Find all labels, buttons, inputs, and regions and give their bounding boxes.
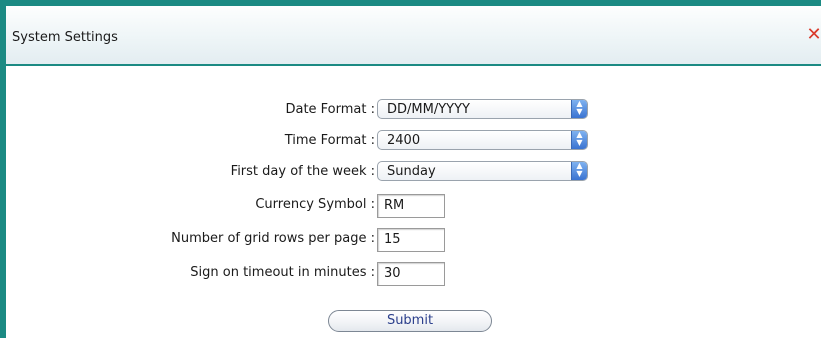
submit-button[interactable]: Submit [328,310,492,332]
timeout-row: Sign on timeout in minutes : 30 [6,262,821,286]
first-day-label: First day of the week : [230,164,375,179]
dialog-title: System Settings [12,30,118,45]
select-arrows-icon: ▲ ▼ [571,131,587,149]
grid-rows-label: Number of grid rows per page : [171,231,375,246]
close-icon[interactable]: ✕ [805,26,821,44]
currency-symbol-label: Currency Symbol : [255,197,375,212]
timeout-label: Sign on timeout in minutes : [190,265,375,280]
select-arrows-icon: ▲ ▼ [571,100,587,118]
date-format-value: DD/MM/YYYY [387,102,470,117]
first-day-select[interactable]: Sunday ▲ ▼ [377,161,588,181]
date-format-row: Date Format : DD/MM/YYYY ▲ ▼ [6,99,821,123]
system-settings-dialog: System Settings ✕ Date Format : DD/MM/YY… [0,0,821,338]
time-format-row: Time Format : 2400 ▲ ▼ [6,130,821,154]
date-format-select[interactable]: DD/MM/YYYY ▲ ▼ [377,99,588,119]
first-day-value: Sunday [387,164,436,179]
timeout-input[interactable]: 30 [377,262,445,286]
time-format-value: 2400 [387,133,421,148]
time-format-select[interactable]: 2400 ▲ ▼ [377,130,588,150]
title-bar[interactable]: System Settings ✕ [6,6,821,66]
select-arrows-icon: ▲ ▼ [571,162,587,180]
currency-symbol-input[interactable]: RM [377,194,445,218]
date-format-label: Date Format : [285,102,375,117]
currency-symbol-row: Currency Symbol : RM [6,194,821,218]
first-day-row: First day of the week : Sunday ▲ ▼ [6,161,821,185]
time-format-label: Time Format : [284,133,375,148]
grid-rows-row: Number of grid rows per page : 15 [6,228,821,252]
grid-rows-input[interactable]: 15 [377,228,445,252]
